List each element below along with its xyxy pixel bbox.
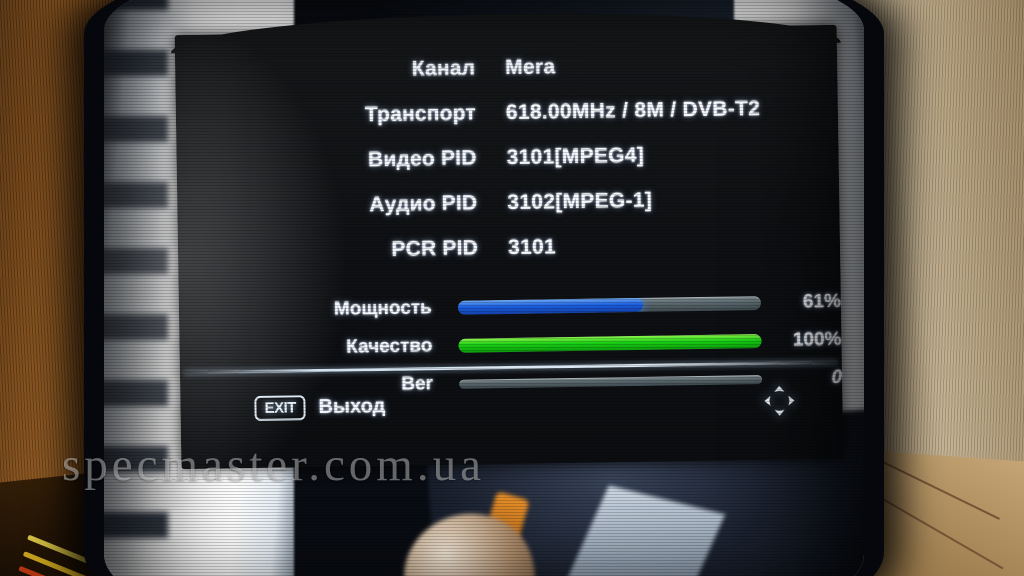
row-label: PCR PID bbox=[391, 236, 479, 261]
video-blind-slat bbox=[104, 314, 168, 340]
four-direction-arrows-icon bbox=[762, 384, 797, 419]
row-label: Аудио PID bbox=[369, 191, 478, 217]
meter-fill bbox=[457, 297, 643, 315]
meter-label: Качество bbox=[346, 335, 433, 358]
meter-track bbox=[457, 296, 762, 315]
row-value: Mera bbox=[505, 55, 556, 80]
meter-label: Мощность bbox=[333, 297, 432, 320]
row-label: Видео PID bbox=[367, 146, 477, 172]
row-value: 3101[MPEG4] bbox=[506, 143, 645, 170]
tv-screen: СКАНИРОВАНИЕ M Канал Mera Транспорт 618.… bbox=[104, 0, 864, 576]
floor-line bbox=[864, 452, 1000, 520]
row-value: 618.00MHz / 8M / DVB-T2 bbox=[505, 97, 761, 125]
meter-fill bbox=[458, 334, 762, 353]
row-label: Транспорт bbox=[364, 101, 477, 127]
meter-track bbox=[458, 334, 762, 353]
screenshot-root: СКАНИРОВАНИЕ M Канал Mera Транспорт 618.… bbox=[0, 0, 1024, 576]
video-blind-slat bbox=[104, 446, 168, 472]
no-signal-lock-icon bbox=[842, 0, 864, 4]
channel-info-table: Канал Mera Транспорт 618.00MHz / 8M / DV… bbox=[175, 51, 840, 286]
video-blind-slat bbox=[104, 248, 168, 274]
meter-value: 61% bbox=[802, 290, 842, 313]
exit-key-badge[interactable]: EXIT bbox=[254, 395, 307, 422]
ring-shape bbox=[846, 0, 864, 4]
meter-value: 100% bbox=[792, 328, 842, 351]
row-label: Канал bbox=[411, 56, 476, 81]
video-blind-slat bbox=[104, 50, 168, 76]
video-blind-slat bbox=[104, 182, 168, 208]
video-blind-slat bbox=[104, 0, 168, 10]
panel-footer: EXIT Выход bbox=[180, 373, 843, 445]
table-row: PCR PID 3101 bbox=[178, 231, 841, 286]
video-blind-slat bbox=[104, 116, 168, 142]
row-value: 3102[MPEG-1] bbox=[507, 188, 653, 215]
video-blind-slat bbox=[104, 512, 168, 538]
row-value: 3101 bbox=[507, 235, 557, 260]
video-blind-slat bbox=[104, 380, 168, 406]
signal-info-panel: Канал Mera Транспорт 618.00MHz / 8M / DV… bbox=[170, 8, 844, 470]
exit-label[interactable]: Выход bbox=[318, 395, 385, 419]
